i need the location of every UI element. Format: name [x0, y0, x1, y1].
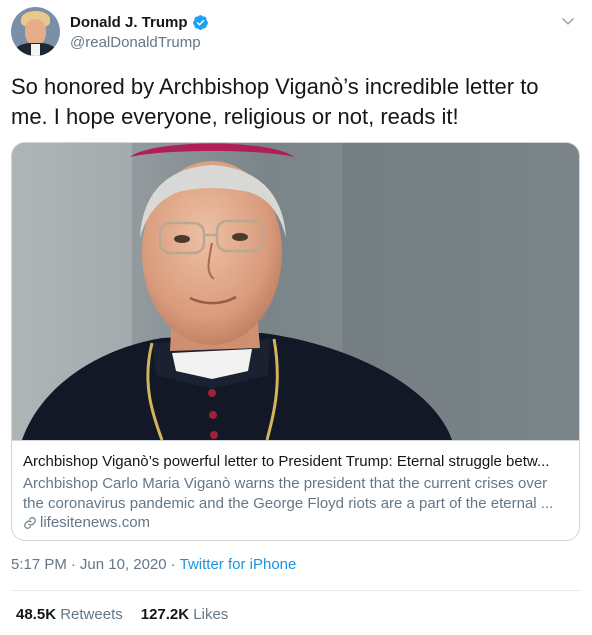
meta-separator-1: · — [70, 556, 76, 573]
card-description: Archbishop Carlo Maria Viganò warns the … — [23, 474, 571, 514]
retweets-count: 48.5K — [16, 606, 57, 623]
card-title[interactable]: Archbishop Viganò’s powerful letter to P… — [23, 453, 568, 470]
card-image[interactable] — [12, 143, 579, 440]
author-name[interactable]: Donald J. Trump — [70, 14, 209, 31]
link-icon — [24, 516, 36, 529]
tweet-date[interactable]: Jun 10, 2020 — [80, 556, 167, 573]
link-card[interactable]: Archbishop Viganò’s powerful letter to P… — [11, 142, 580, 541]
tweet-meta: 5:17 PM · Jun 10, 2020 · Twitter for iPh… — [11, 556, 296, 573]
archbishop-portrait-image — [12, 143, 579, 440]
tweet-stats: 48.5K Retweets 127.2K Likes — [16, 606, 228, 623]
tweet: Donald J. Trump @realDonaldTrump So hono… — [0, 0, 592, 635]
card-description-line-1: Archbishop Carlo Maria Viganò warns the … — [23, 475, 548, 492]
card-domain[interactable]: lifesitenews.com — [23, 514, 150, 531]
author-name-text[interactable]: Donald J. Trump — [70, 14, 188, 31]
tweet-source-link[interactable]: Twitter for iPhone — [180, 556, 297, 573]
card-body[interactable]: Archbishop Viganò’s powerful letter to P… — [12, 440, 579, 540]
divider — [11, 590, 581, 591]
tweet-time[interactable]: 5:17 PM — [11, 556, 67, 573]
likes-label: Likes — [193, 606, 229, 623]
author-handle[interactable]: @realDonaldTrump — [70, 34, 201, 51]
retweets-stat[interactable]: 48.5K Retweets — [16, 606, 123, 623]
retweets-label: Retweets — [60, 606, 123, 623]
meta-separator-2: · — [170, 556, 176, 573]
avatar-shirt — [31, 44, 40, 56]
likes-count: 127.2K — [140, 606, 190, 623]
card-domain-text[interactable]: lifesitenews.com — [40, 514, 150, 531]
author-avatar[interactable] — [11, 7, 60, 56]
tweet-text: So honored by Archbishop Viganò’s incred… — [11, 74, 539, 129]
card-description-line-2: the coronavirus pandemic and the George … — [23, 495, 554, 512]
chevron-down-icon[interactable] — [561, 14, 575, 28]
verified-badge-icon — [192, 15, 208, 30]
likes-stat[interactable]: 127.2K Likes — [141, 606, 229, 623]
avatar-face — [25, 19, 46, 45]
